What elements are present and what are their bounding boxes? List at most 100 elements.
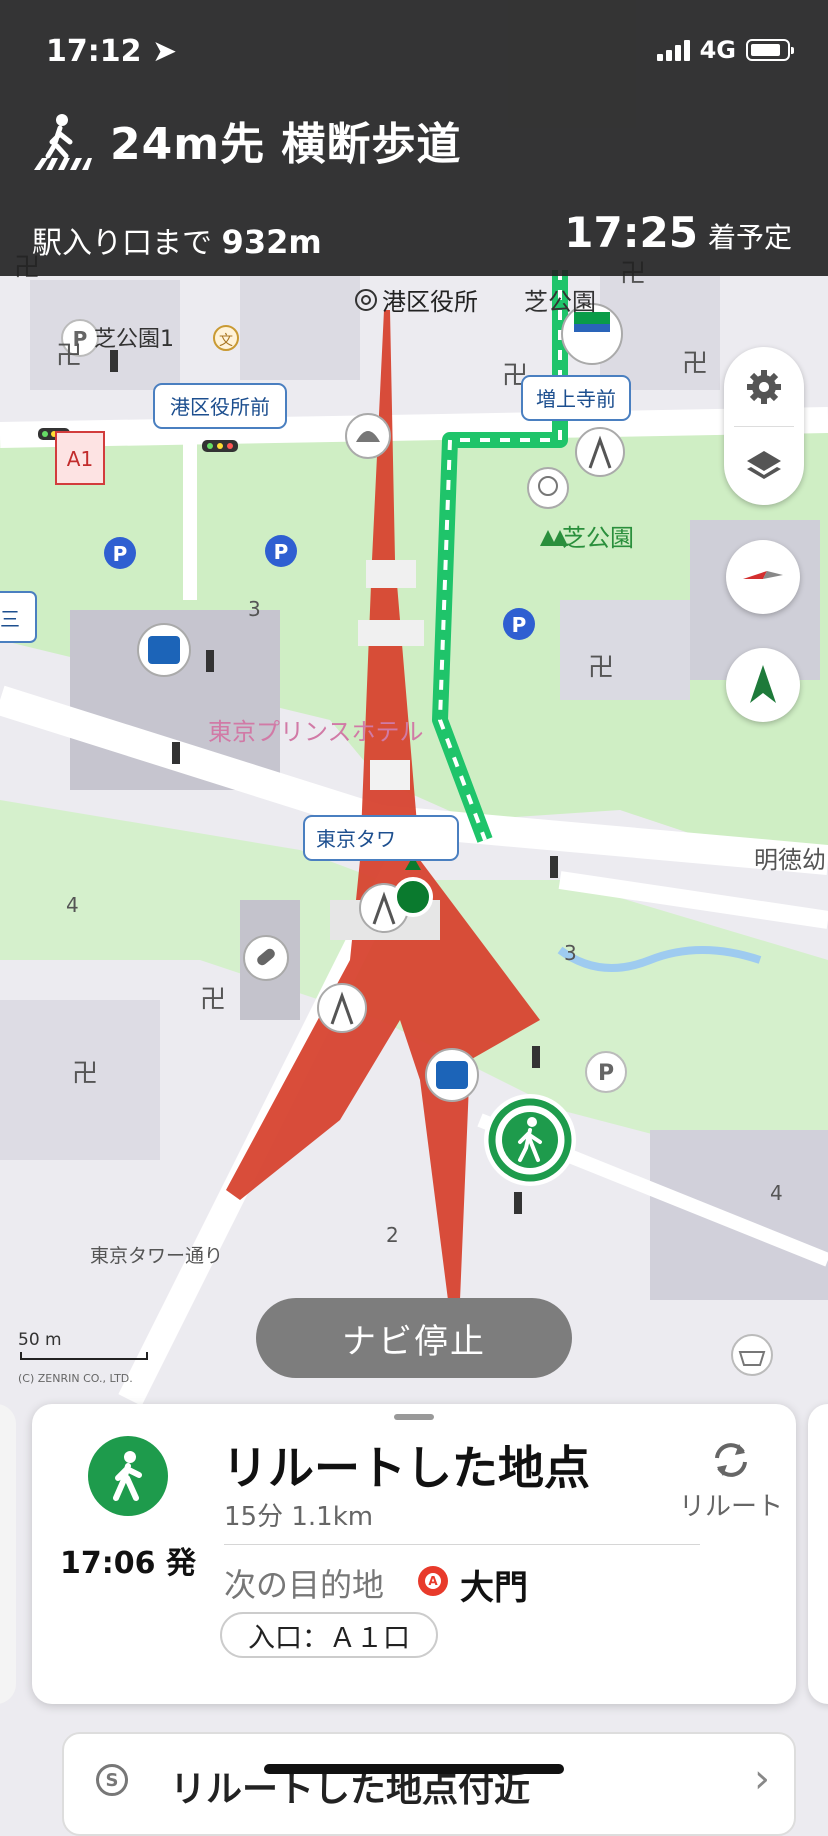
bus-stop-icon (206, 650, 214, 672)
crosswalk-icon[interactable] (575, 427, 625, 477)
svg-text:P: P (113, 542, 128, 566)
next-card-peek[interactable] (808, 1404, 828, 1704)
station-label-zojoji[interactable]: 増上寺前 (521, 375, 631, 421)
crosswalk-icon[interactable] (317, 983, 367, 1033)
station-label-tower-text: 東京タワ (316, 827, 396, 851)
bus-stop-icon (514, 1192, 522, 1214)
subway-line-letter: A (425, 1573, 441, 1589)
remaining-prefix: 駅入り口まで (32, 226, 212, 261)
svg-text:P: P (274, 540, 289, 564)
parking-icon[interactable]: P (503, 608, 535, 640)
scale-bar (20, 1352, 148, 1360)
block-number: 2 (386, 1223, 399, 1247)
block-number: 4 (66, 893, 79, 917)
station-label-tower[interactable]: 東京タワ (303, 815, 459, 861)
entrance-chip[interactable]: 入口：Ａ１口 (220, 1612, 438, 1658)
road (0, 407, 828, 448)
school-icon-label: 文 (219, 333, 233, 349)
destination-title: リルートした地点 (222, 1441, 590, 1495)
duration-distance: 15分 1.1km (224, 1502, 374, 1532)
navigation-banner: 17:12 ➤ 4G 24m先 横断歩道 駅入り口まで 932m 17:25 着予… (0, 0, 828, 276)
temple-icon: 卍 (682, 349, 708, 379)
gear-icon (747, 369, 781, 404)
building-block (560, 600, 690, 700)
departure-time: 17:06 発 (60, 1546, 196, 1581)
settings-button[interactable] (724, 347, 804, 426)
sheet-handle[interactable] (394, 1414, 434, 1420)
exit-a1-label[interactable]: A1 (55, 431, 105, 485)
block-number: 4 (770, 1181, 783, 1205)
chevron-right-icon: › (754, 1756, 770, 1802)
remaining-distance-value: 932m (221, 223, 322, 261)
map-label-school: 明徳幼 (754, 846, 826, 874)
location-arrow-icon: ➤ (151, 34, 178, 69)
next-card[interactable]: S リルートした地点付近 › (62, 1732, 796, 1836)
map-label-hotel: 東京プリンスホテル (208, 718, 424, 746)
battery-icon (746, 39, 794, 61)
svg-text:P: P (598, 1061, 614, 1086)
svg-text:P: P (512, 613, 527, 637)
route-card[interactable]: 17:06 発 リルートした地点 15分 1.1km 次の目的地 A 大門 入口… (32, 1404, 796, 1704)
bus-stop-icon (172, 742, 180, 764)
network-label: 4G (699, 36, 736, 64)
walking-marker-icon[interactable] (484, 1094, 576, 1186)
temple-icon: 卍 (72, 1059, 98, 1089)
walking-mode-icon (88, 1436, 168, 1516)
previous-card-peek[interactable] (0, 1404, 16, 1704)
lawson-pin-icon[interactable] (137, 623, 191, 677)
block-number: 3 (248, 597, 261, 621)
edge-station-label-text: 三 (0, 607, 20, 631)
arrival-estimate: 17:25 着予定 (564, 208, 792, 257)
subway-line-badge: A (418, 1566, 448, 1596)
pedestrian-icon (113, 1451, 142, 1501)
next-station-name: 大門 (460, 1568, 528, 1608)
lawson-pin-icon[interactable] (425, 1048, 479, 1102)
temple-icon: 卍 (56, 341, 82, 371)
station-label-minato-text: 港区役所前 (170, 395, 270, 419)
parking-icon[interactable]: P (585, 1051, 627, 1093)
map-label-shibakoen1: 芝公園1 (94, 327, 174, 352)
status-time-text: 17:12 (46, 34, 142, 69)
heading-up-button[interactable] (726, 648, 800, 722)
reroute-button[interactable]: リルート (676, 1440, 786, 1523)
reroute-label: リルート (678, 1492, 783, 1522)
ferris-wheel-icon[interactable] (527, 467, 569, 509)
parking-icon[interactable]: P (104, 537, 136, 569)
station-label-zojoji-text: 増上寺前 (536, 387, 616, 411)
map-label-street: 東京タワー通り (90, 1245, 223, 1267)
layers-button[interactable] (724, 426, 804, 505)
map-label-shibakoen: 芝公園 (524, 288, 596, 316)
arrival-suffix: 着予定 (707, 221, 792, 254)
exit-a1-text: A1 (67, 447, 93, 471)
remaining-distance: 駅入り口まで 932m (32, 218, 322, 262)
layers-icon (747, 450, 781, 479)
compass-icon (743, 571, 783, 579)
map-label-ward-office: 港区役所 (382, 288, 478, 316)
status-time: 17:12 ➤ (46, 34, 177, 69)
station-label-minato[interactable]: 港区役所前 (153, 383, 287, 429)
block-number: 3 (564, 941, 577, 965)
building-block (240, 270, 360, 380)
shell-icon[interactable] (345, 413, 391, 459)
map-copyright: (C) ZENRIN CO., LTD. (18, 1372, 133, 1385)
parking-icon[interactable]: P (265, 535, 297, 567)
pharmacy-pin-icon[interactable] (243, 935, 289, 981)
stop-navigation-button[interactable]: ナビ停止 (256, 1298, 572, 1378)
signal-icon (656, 39, 690, 61)
temple-icon: 卍 (200, 985, 226, 1015)
map-label-park: 芝公園 (562, 524, 634, 552)
bus-stop-icon (550, 856, 558, 878)
spot-icon: S (96, 1764, 128, 1796)
next-destination-label: 次の目的地 (224, 1566, 385, 1604)
map-control-group (724, 347, 804, 505)
shopping-basket-icon[interactable] (731, 1334, 773, 1376)
edge-station-label[interactable]: 三 (0, 591, 37, 643)
building-block (650, 1130, 828, 1300)
compass-button[interactable] (726, 540, 800, 614)
crosswalk-instruction-icon (34, 114, 92, 170)
card-divider (224, 1544, 700, 1545)
home-indicator[interactable] (264, 1764, 564, 1774)
traffic-signal-icon (202, 440, 238, 452)
status-indicators: 4G (656, 36, 794, 64)
temple-icon: 卍 (588, 653, 614, 683)
